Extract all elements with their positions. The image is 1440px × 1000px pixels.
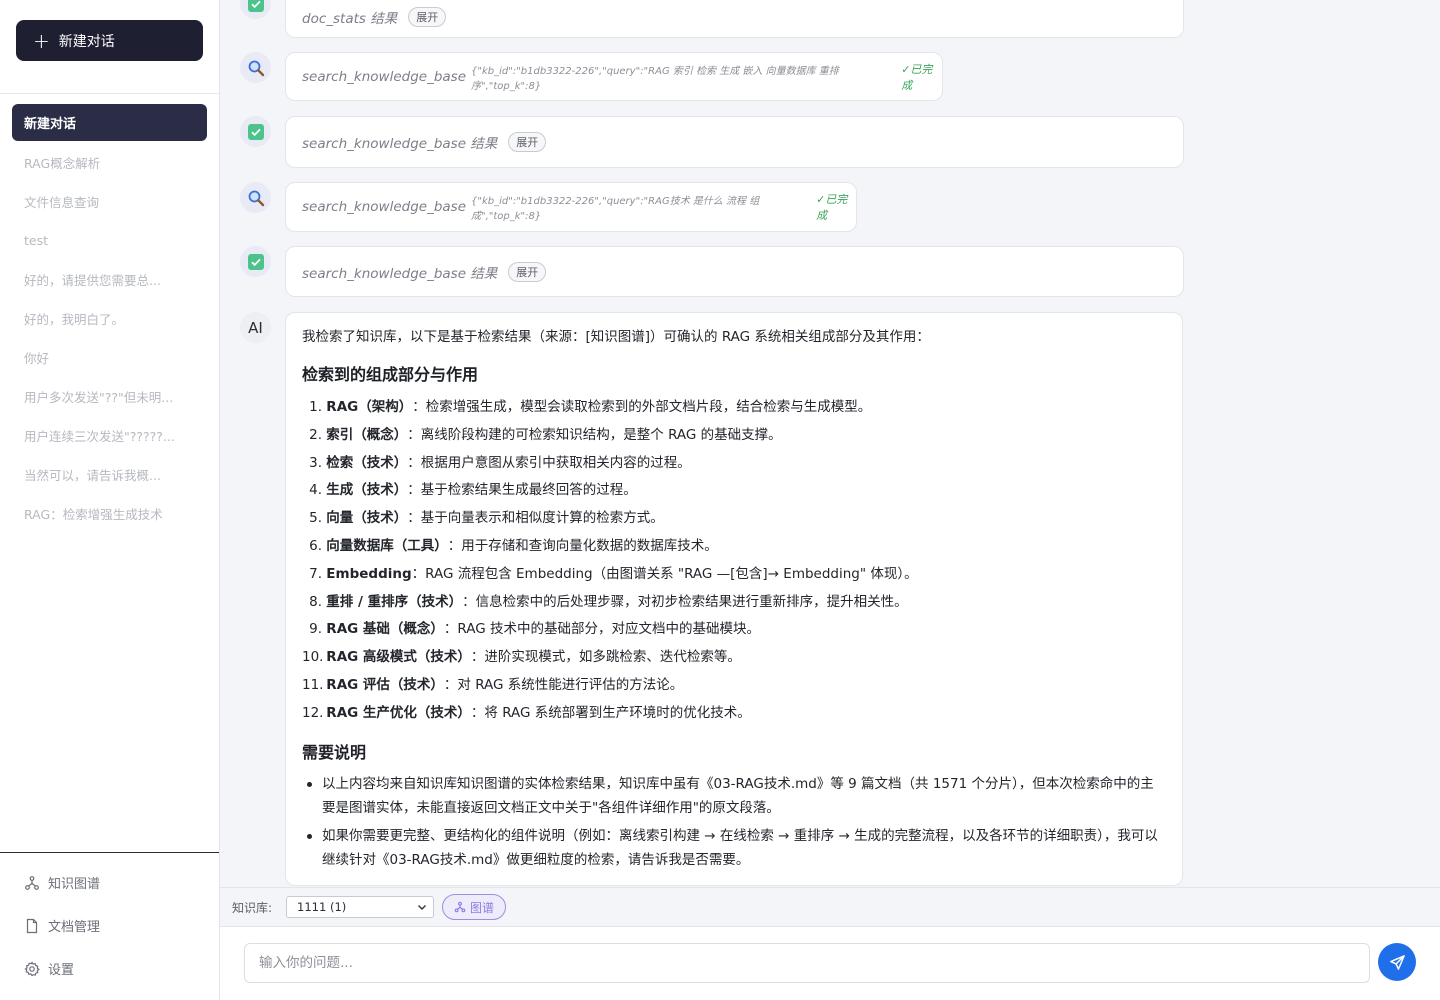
new-chat-label: 新建对话: [58, 33, 115, 50]
conversation-item[interactable]: RAG概念解析: [12, 143, 207, 182]
tool-result-avatar: [240, 0, 271, 19]
send-icon: [1389, 954, 1405, 970]
tool-call-args: {"kb_id":"b1db3322-226","query":"RAG 索引 …: [471, 65, 839, 92]
tool-result-card: doc_stats 结果 展开: [285, 0, 1184, 38]
component-list: 1. RAG（架构） ：检索增强生成，模型会读取检索到的外部文档片段，结合检索与生…: [302, 394, 1166, 728]
nav-documents[interactable]: 文档管理: [0, 904, 219, 947]
sidebar: + 新建对话 新建对话 RAG概念解析 文件信息查询 test 好的，请提供您需…: [0, 0, 220, 1000]
conversation-item[interactable]: 好的，我明白了。: [12, 299, 207, 338]
list-item: 如果你需要更完整、更结构化的组件说明（例如：离线索引构建 → 在线检索 → 重排…: [302, 824, 1166, 872]
tool-call-status: ✓已完成: [816, 193, 848, 222]
bottom-divider: [0, 852, 219, 853]
check-icon: [247, 0, 264, 12]
conversation-item[interactable]: 当然可以，请告诉我概...: [12, 455, 207, 494]
nav-knowledge-graph[interactable]: 知识图谱: [0, 861, 219, 904]
bottom-nav: 知识图谱 文档管理 设置: [0, 861, 219, 990]
conversation-item[interactable]: RAG：检索增强生成技术: [12, 494, 207, 533]
list-item: 10. RAG 高级模式（技术） ：进阶实现模式，如多跳检索、迭代检索等。: [302, 649, 741, 666]
conversation-item[interactable]: 用户多次发送"??"但未明...: [12, 377, 207, 416]
list-item: 1. RAG（架构） ：检索增强生成，模型会读取检索到的外部文档片段，结合检索与生…: [309, 399, 872, 415]
graph-icon: [454, 901, 466, 913]
tool-call-card: search_knowledge_base {"kb_id":"b1db3322…: [285, 52, 943, 101]
conversation-item[interactable]: 用户连续三次发送"?????...: [12, 416, 207, 455]
tool-call-name: search_knowledge_base: [302, 199, 466, 215]
magnifier-icon: [248, 60, 264, 76]
conversation-item-active[interactable]: 新建对话: [12, 104, 207, 141]
list-item: 3. 检索（技术） ：根据用户意图从索引中获取相关内容的过程。: [309, 454, 691, 471]
list-item: 12. RAG 生产优化（技术） ：将 RAG 系统部署到生产环境时的优化技术。: [302, 704, 751, 721]
graph-button[interactable]: 图谱: [442, 894, 507, 920]
list-item: 8. 重排 / 重排序（技术） ：信息检索中的后处理步骤，对初步检索结果进行重新排…: [309, 593, 908, 610]
graph-button-label: 图谱: [470, 900, 495, 915]
ai-avatar: AI: [240, 312, 271, 343]
ai-heading-notes: 需要说明: [302, 742, 367, 762]
input-area: [220, 927, 1440, 1000]
kb-selected-value: 1111 (1): [297, 900, 347, 914]
tool-result-card: search_knowledge_base 结果 展开: [285, 116, 1184, 168]
expand-button[interactable]: 展开: [508, 132, 547, 152]
list-item: 7. Embedding ：RAG 流程包含 Embedding（由图谱关系 "R…: [309, 565, 918, 582]
tool-call-card: search_knowledge_base {"kb_id":"b1db3322…: [285, 182, 857, 232]
check-icon: [247, 123, 264, 140]
document-icon: [26, 918, 38, 933]
expand-button[interactable]: 展开: [508, 261, 547, 282]
chat-input[interactable]: [244, 943, 1370, 983]
graph-icon: [25, 875, 39, 890]
plus-icon: +: [33, 28, 50, 53]
list-item: 6. 向量数据库（工具） ：用于存储和查询向量化数据的数据库技术。: [309, 537, 718, 554]
tool-call-args: {"kb_id":"b1db3322-226","query":"RAG技术 是…: [471, 196, 760, 222]
nav-settings-label: 设置: [48, 963, 75, 978]
list-item: 以上内容均来自知识库知识图谱的实体检索结果，知识库中虽有《03-RAG技术.md…: [302, 772, 1166, 820]
tool-call-status: ✓已完成: [901, 62, 933, 92]
notes-list: 以上内容均来自知识库知识图谱的实体检索结果，知识库中虽有《03-RAG技术.md…: [302, 772, 1166, 872]
tool-result-name: doc_stats 结果: [302, 11, 398, 27]
kb-label: 知识库:: [232, 900, 273, 915]
list-item: 2. 索引（概念） ：离线阶段构建的可检索知识结构，是整个 RAG 的基础支撑。: [309, 426, 782, 443]
chat-area: doc_stats 结果 展开 search_knowledge_base {"…: [220, 0, 1440, 887]
tool-call-avatar: [240, 182, 271, 213]
send-button[interactable]: [1378, 943, 1416, 981]
tool-result-avatar: [240, 116, 271, 147]
list-item: 11. RAG 评估（技术） ：对 RAG 系统性能进行评估的方法论。: [302, 676, 684, 693]
tool-result-name: search_knowledge_base 结果: [302, 136, 498, 152]
tool-call-avatar: [240, 52, 271, 83]
nav-settings[interactable]: 设置: [0, 947, 219, 990]
list-item: 4. 生成（技术） ：基于检索结果生成最终回答的过程。: [309, 482, 637, 499]
tool-result-card: search_knowledge_base 结果 展开: [285, 246, 1184, 297]
magnifier-icon: [248, 190, 264, 206]
expand-button[interactable]: 展开: [408, 7, 447, 27]
sidebar-divider: [0, 93, 219, 94]
conversation-item[interactable]: test: [12, 221, 207, 260]
ai-intro-text: 我检索了知识库，以下是基于检索结果（来源：[知识图谱]）可确认的 RAG 系统相…: [302, 329, 930, 345]
nav-knowledge-graph-label: 知识图谱: [48, 877, 101, 892]
tool-result-avatar: [240, 246, 271, 277]
conversation-item[interactable]: 文件信息查询: [12, 182, 207, 221]
list-item: 5. 向量（技术） ：基于向量表示和相似度计算的检索方式。: [309, 510, 664, 527]
new-chat-button[interactable]: + 新建对话: [16, 20, 203, 61]
knowledge-base-bar: 知识库: 1111 (1) 图谱: [220, 887, 1440, 927]
chevron-down-icon: [418, 905, 427, 910]
conversation-list: 新建对话 RAG概念解析 文件信息查询 test 好的，请提供您需要总... 好…: [0, 104, 219, 533]
kb-select[interactable]: 1111 (1): [286, 896, 435, 918]
ai-heading-components: 检索到的组成部分与作用: [302, 365, 479, 384]
tool-call-name: search_knowledge_base: [302, 68, 466, 85]
check-icon: [247, 253, 264, 270]
gear-icon: [24, 960, 40, 976]
conversation-item[interactable]: 你好: [12, 338, 207, 377]
tool-result-name: search_knowledge_base 结果: [302, 265, 498, 282]
conversation-item[interactable]: 好的，请提供您需要总...: [12, 260, 207, 299]
list-item: 9. RAG 基础（概念） ：RAG 技术中的基础部分，对应文档中的基础模块。: [309, 621, 761, 638]
nav-documents-label: 文档管理: [48, 920, 101, 935]
ai-message-card: 我检索了知识库，以下是基于检索结果（来源：[知识图谱]）可确认的 RAG 系统相…: [285, 312, 1183, 886]
